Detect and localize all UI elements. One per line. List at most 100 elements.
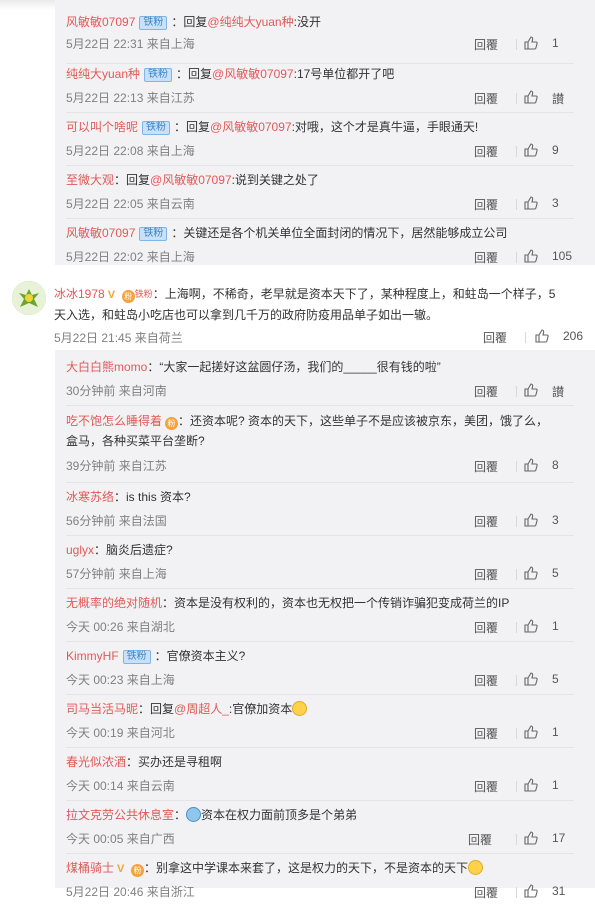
reply-actions: 回覆 1 [464,778,574,794]
mention-link[interactable]: @纯纯大yuan种 [207,15,293,29]
username-link[interactable]: 吃不饱怎么睡得着 [66,414,162,428]
like-count: 105 [552,249,573,263]
emoji-icon [292,701,308,716]
reply-button[interactable]: 回覆 [474,778,498,795]
thumbs-up-icon[interactable] [524,778,538,792]
reply-meta: 5月22日 22:13 来自江苏 [66,90,195,106]
username-link[interactable]: 冰寒苏络 [66,490,114,504]
thumbs-up-icon[interactable] [524,196,538,210]
username-link[interactable]: 冰冰1978 [54,287,105,301]
reply-meta: 今天 00:05 来自广西 [66,831,175,847]
reply-button[interactable]: 回覆 [474,143,498,160]
like-count: 5 [552,672,559,686]
separator [66,405,574,406]
like-count: 1 [552,725,559,739]
reply-time: 39分钟前 [66,459,116,473]
reply-button[interactable]: 回覆 [483,329,507,346]
reply-button[interactable]: 回覆 [474,566,498,583]
thumbs-up-icon[interactable] [524,36,538,50]
reply-location: 来自云南 [146,197,195,211]
reply-content: ：买办还是寻租啊 [126,755,223,769]
reply-actions: 回覆 讃 [464,90,574,106]
reply-time: 今天 00:26 [66,620,124,634]
reply-actions: 回覆 讃 [464,383,574,399]
username-link[interactable]: 无概率的绝对随机 [66,596,162,610]
username-link[interactable]: 大白白熊momo [66,360,147,374]
comment-location: 来自荷兰 [134,331,183,345]
avatar[interactable] [12,281,46,315]
reply-text: KimmyHF 铁粉 ：官僚资本主义? [66,648,245,664]
username-link[interactable]: 可以叫个啥呢 [66,120,138,134]
thumbs-up-icon[interactable] [524,383,538,397]
username-link[interactable]: KimmyHF [66,649,119,663]
thumbs-up-icon[interactable] [524,513,538,527]
mention-link[interactable]: @风敏敏07097 [212,67,294,81]
reply-button[interactable]: 回覆 [474,513,498,530]
divider [516,146,517,157]
avatar-image [12,281,46,315]
reply-content: 资本在权力面前顶多是个弟弟 [201,808,358,822]
reply-button[interactable]: 回覆 [474,36,498,53]
reply-item: 无概率的绝对随机：资本是没有权利的，资本也无权把一个传销诈骗犯变成荷兰的IP 今… [66,589,574,642]
like-count: 8 [552,458,559,472]
thumbs-up-icon[interactable] [524,884,538,898]
divider [516,199,517,210]
thumbs-up-icon[interactable] [524,831,538,845]
reply-text: 风敏敏07097 铁粉 ：回复@纯纯大yuan种:没开 [66,14,321,30]
reply-prefix: ：回复 [171,15,208,29]
username-link[interactable]: 纯纯大yuan种 [66,67,140,81]
thumbs-up-icon[interactable] [524,725,538,739]
username-link[interactable]: 司马当活马昵 [66,702,138,716]
mention-link[interactable]: @风敏敏07097 [210,120,292,134]
thumbs-up-icon[interactable] [524,619,538,633]
mention-link[interactable]: @周超人_ [174,702,229,716]
username-link[interactable]: 至微大观 [66,173,114,187]
reply-prefix: ：回复 [114,173,151,187]
reply-meta: 30分钟前 来自河南 [66,383,167,399]
username-link[interactable]: 风敏敏07097 [66,226,135,240]
thumbs-up-icon[interactable] [524,458,538,472]
reply-item: 可以叫个啥呢 铁粉 ：回复@风敏敏07097:对哦，这个才是真牛逼，手眼通天! 5月… [66,113,574,166]
username-link[interactable]: 春光似浓酒 [66,755,126,769]
reply-text: 可以叫个啥呢 铁粉 ：回复@风敏敏07097:对哦，这个才是真牛逼，手眼通天! [66,119,478,135]
divider [516,252,517,263]
reply-content: :说到关键之处了 [231,173,319,187]
reply-location: 来自江苏 [118,459,167,473]
reply-text: 吃不饱怎么睡得着粉：还资本呢? 资本的天下，这些单子不是应该被京东，美团，饿了么… [66,413,548,430]
super-fan-icon: 粉 [131,864,145,877]
reply-button[interactable]: 回覆 [474,725,498,742]
reply-text: 至微大观：回复@风敏敏07097:说到关键之处了 [66,172,319,188]
reply-actions: 回覆 17 [464,831,574,847]
fan-badge: 铁粉 [142,121,171,135]
thumbs-up-icon[interactable] [524,672,538,686]
reply-button[interactable]: 回覆 [474,884,498,901]
reply-time: 5月22日 22:02 [66,250,144,264]
username-link[interactable]: 煤桶骑士 [66,861,114,875]
reply-button[interactable]: 回覆 [474,619,498,636]
username-link[interactable]: 风敏敏07097 [66,15,135,29]
reply-text: 纯纯大yuan种 铁粉 ：回复@风敏敏07097:17号单位都开了吧 [66,66,394,82]
reply-button[interactable]: 回覆 [474,383,498,400]
reply-location: 来自江苏 [146,91,195,105]
username-link[interactable]: uglyx [66,543,94,557]
reply-button[interactable]: 回覆 [474,249,498,266]
mention-link[interactable]: @风敏敏07097 [150,173,232,187]
thumbs-up-icon[interactable] [524,143,538,157]
thumbs-up-icon[interactable] [524,566,538,580]
reply-meta: 今天 00:14 来自云南 [66,778,175,794]
username-link[interactable]: 拉文克劳公共休息室 [66,808,174,822]
verified-v-icon: V [117,863,125,875]
reply-content: :17号单位都开了吧 [293,67,395,81]
reply-meta: 5月22日 22:31 来自上海 [66,36,195,52]
reply-button[interactable]: 回覆 [468,831,492,848]
reply-button[interactable]: 回覆 [474,458,498,475]
reply-button[interactable]: 回覆 [474,196,498,213]
reply-button[interactable]: 回覆 [474,672,498,689]
thumbs-up-icon[interactable] [524,249,538,263]
thumbs-up-icon[interactable] [524,90,538,104]
thumbs-up-icon[interactable] [535,329,549,343]
reply-location: 来自上海 [118,567,167,581]
reply-button[interactable]: 回覆 [474,90,498,107]
verified-v-icon: V [107,289,116,301]
reply-actions: 回覆 3 [464,513,574,529]
